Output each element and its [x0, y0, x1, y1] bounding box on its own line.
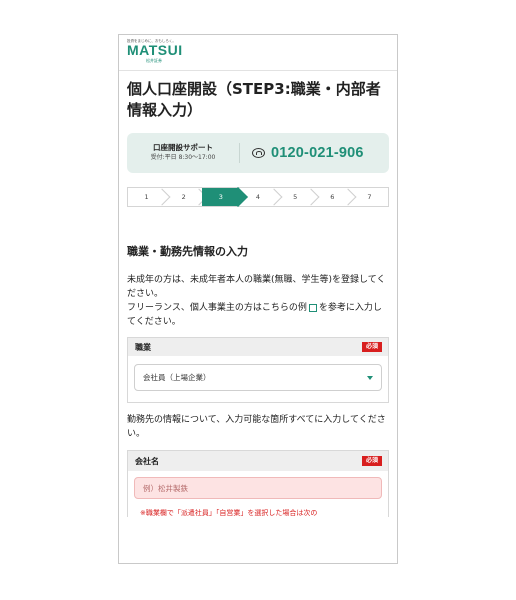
step-3-current: 3 [202, 188, 240, 206]
page-title: 個人口座開設（STEP3:職業・内部者情報入力） [127, 80, 381, 119]
site-header: 投資をまじめに、おもしろく。 MATSUI 松井証券 [119, 35, 397, 71]
step-5: 5 [277, 188, 314, 206]
employer-instruction: 勤務先の情報について、入力可能な箇所すべてに入力してください。 [127, 415, 386, 439]
support-hours: 受付:平日 8:30〜17:00 [150, 154, 216, 161]
minor-instruction: 未成年の方は、未成年者本人の職業(無職、学生等)を登録してください。 [127, 275, 386, 299]
phone-screen: 投資をまじめに、おもしろく。 MATSUI 松井証券 個人口座開設（STEP3:… [118, 34, 398, 564]
section-title: 職業・勤務先情報の入力 [127, 245, 248, 258]
phone-number[interactable]: 0120-021-906 [271, 145, 364, 161]
occupation-label: 職業 [135, 342, 151, 352]
step-6: 6 [314, 188, 351, 206]
support-title: 口座開設サポート [153, 143, 213, 152]
company-name-input[interactable]: 例）松井製鉄 [134, 477, 382, 499]
support-box: 口座開設サポート 受付:平日 8:30〜17:00 0120-021-906 [127, 133, 389, 173]
support-phone[interactable]: 0120-021-906 [240, 145, 389, 161]
occupation-field-header: 職業 必須 [128, 338, 388, 356]
company-name-note: ※職業欄で「派遣社員」「自営業」を選択した場合は次の [140, 509, 318, 517]
step-progress: 1 2 3 4 5 6 7 [127, 187, 389, 207]
occupation-field: 職業 必須 会社員（上場企業） [127, 337, 389, 403]
support-info: 口座開設サポート 受付:平日 8:30〜17:00 [127, 143, 240, 163]
company-name-field: 会社名 必須 例）松井製鉄 ※職業欄で「派遣社員」「自営業」を選択した場合は次の [127, 450, 389, 517]
company-name-placeholder: 例）松井製鉄 [143, 483, 188, 493]
freelance-instruction: フリーランス、個人事業主の方はこちらの例 を参考に入力してください。 [127, 303, 382, 327]
company-name-label: 会社名 [135, 456, 159, 466]
logo-subtitle: 松井証券 [146, 58, 162, 63]
example-link-icon[interactable] [308, 303, 317, 312]
step-1: 1 [128, 188, 165, 206]
required-badge: 必須 [361, 456, 382, 466]
step-2: 2 [165, 188, 202, 206]
step-7: 7 [367, 193, 372, 201]
required-badge: 必須 [361, 342, 382, 352]
occupation-selected-value: 会社員（上場企業） [143, 373, 211, 382]
matsui-logo[interactable]: MATSUI [127, 43, 389, 58]
chevron-down-icon [367, 375, 373, 380]
occupation-select[interactable]: 会社員（上場企業） [134, 364, 382, 391]
company-field-header: 会社名 必須 [128, 451, 388, 471]
free-dial-icon [252, 148, 265, 158]
